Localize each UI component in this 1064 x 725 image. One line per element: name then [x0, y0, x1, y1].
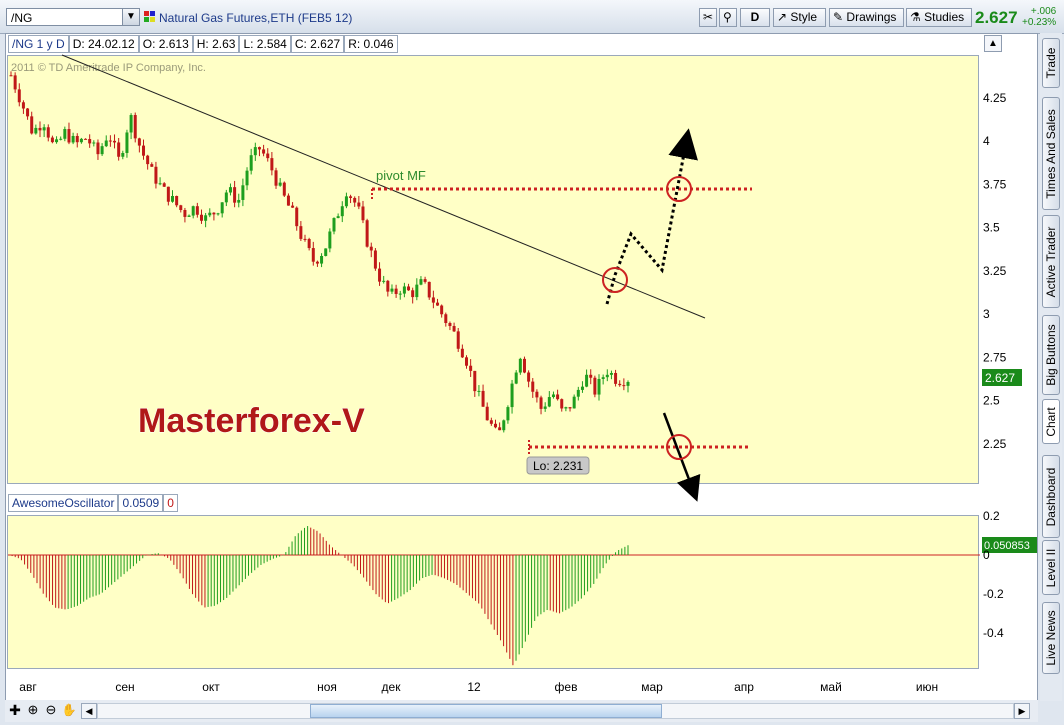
zoom-out-icon[interactable]: ⊖ — [43, 702, 59, 718]
ohlc-date: D: 24.02.12 — [68, 35, 139, 53]
ohlc-range: R: 0.046 — [344, 35, 398, 53]
instrument-flag-icon — [144, 11, 155, 22]
style-button[interactable]: ↗ Style — [773, 8, 826, 27]
tab-big-buttons-label: Big Buttons — [1044, 324, 1058, 386]
tab-trade[interactable]: Trade — [1042, 38, 1060, 88]
symbol-value: /NG — [11, 11, 33, 25]
style-icon: ↗ — [777, 10, 788, 24]
ohlc-open: O: 2.613 — [138, 35, 193, 53]
tab-dashboard-label: Dashboard — [1044, 467, 1058, 526]
oscillator-plot[interactable] — [7, 515, 979, 669]
tab-times-and-sales[interactable]: Times And Sales — [1042, 97, 1060, 210]
last-price: 2.627 — [975, 8, 1018, 27]
ohlc-close: C: 2.627 — [290, 35, 345, 53]
link-tool-button[interactable]: ⚲ — [719, 8, 737, 27]
tab-chart-label: Chart — [1044, 406, 1058, 437]
chevron-down-icon[interactable]: ▼ — [122, 9, 139, 25]
scroll-right-button[interactable]: ▶ — [1014, 703, 1030, 719]
scrollbar-thumb[interactable] — [310, 704, 662, 718]
chart-settings-icon[interactable]: ▲ — [984, 35, 1002, 52]
tab-active-trader[interactable]: Active Trader — [1042, 215, 1060, 308]
bottom-bar: ✚ ⊕ ⊖ ✋ ◀ ▶ — [5, 700, 1038, 722]
oscillator-value: 0.0509 — [118, 494, 164, 512]
studies-icon: ⚗ — [910, 10, 921, 24]
price-change: +.006 +0.23% — [1022, 6, 1056, 28]
ohlc-high: H: 2.63 — [192, 35, 240, 53]
oscillator-value-2: 0 — [163, 494, 178, 512]
studies-button[interactable]: ⚗ Studies — [906, 8, 972, 27]
scroll-left-button[interactable]: ◀ — [81, 703, 97, 719]
tab-chart[interactable]: Chart — [1042, 399, 1060, 444]
oscillator-name[interactable]: AwesomeOscillator — [8, 494, 119, 512]
studies-label: Studies — [924, 10, 965, 24]
oscillator-header: AwesomeOscillator 0.0509 0 — [8, 494, 178, 512]
tab-dashboard[interactable]: Dashboard — [1042, 455, 1060, 538]
drawings-label: Drawings — [846, 10, 897, 24]
aggregation-button[interactable]: D — [740, 8, 770, 27]
drawings-button[interactable]: ✎ Drawings — [829, 8, 904, 27]
chart-header: /NG 1 y D D: 24.02.12 O: 2.613 H: 2.63 L: 2.… — [8, 35, 398, 53]
top-toolbar: /NG ▼ Natural Gas Futures,ETH (FEB5 12) … — [0, 0, 1064, 34]
tab-times-and-sales-label: Times And Sales — [1044, 108, 1058, 199]
tab-live-news-label: Live News — [1044, 610, 1058, 666]
tab-level-ii[interactable]: Level II — [1042, 540, 1060, 595]
pan-icon[interactable]: ✚ — [7, 702, 23, 718]
link-icon: ⚲ — [723, 10, 732, 24]
tab-live-news[interactable]: Live News — [1042, 602, 1060, 674]
symbol-selector[interactable]: /NG ▼ — [6, 8, 140, 26]
price-plot[interactable] — [7, 55, 979, 484]
tab-trade-label: Trade — [1044, 47, 1058, 79]
pencil-icon: ✎ — [833, 10, 844, 24]
tab-level-ii-label: Level II — [1044, 548, 1058, 587]
pct-change: +0.23% — [1022, 17, 1057, 28]
instrument-title: Natural Gas Futures,ETH (FEB5 12) — [159, 11, 353, 25]
zoom-in-icon[interactable]: ⊕ — [25, 702, 41, 718]
net-change: +.006 — [1030, 6, 1057, 17]
crosshair-icon: ✂ — [703, 10, 714, 24]
ohlc-low: L: 2.584 — [239, 35, 291, 53]
style-label: Style — [790, 10, 818, 24]
hand-icon[interactable]: ✋ — [61, 702, 77, 718]
tab-big-buttons[interactable]: Big Buttons — [1042, 315, 1060, 395]
crosshair-tool-button[interactable]: ✂ — [699, 8, 717, 27]
tab-active-trader-label: Active Trader — [1044, 226, 1058, 297]
chart-symbol-period[interactable]: /NG 1 y D — [8, 35, 69, 53]
